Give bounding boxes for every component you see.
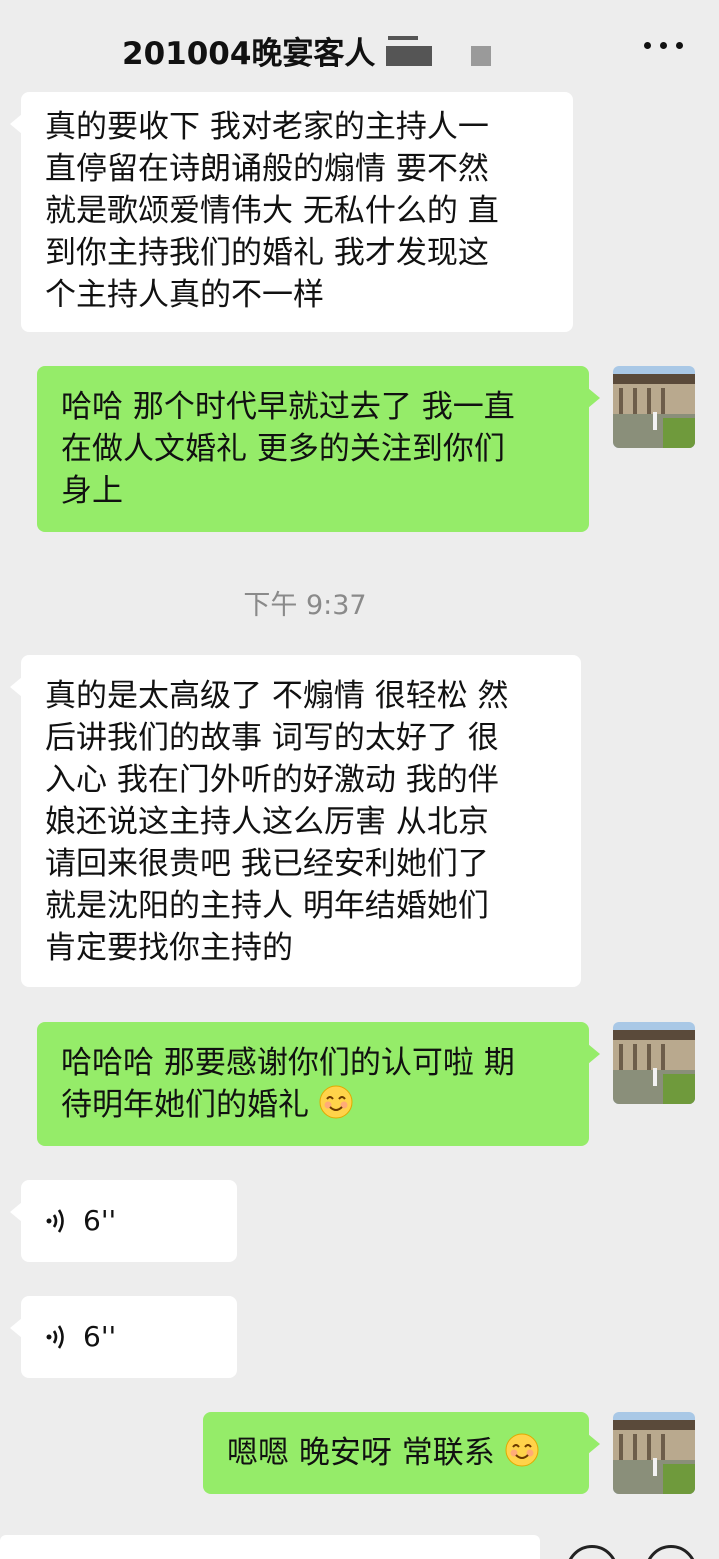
- voice-wave-icon: [46, 1209, 64, 1233]
- incoming-message[interactable]: 真的要收下 我对老家的主持人一 直停留在诗朗诵般的煽情 要不然 就是歌颂爱情伟大…: [10, 92, 573, 332]
- outgoing-message[interactable]: 嗯嗯 晚安呀 常联系: [203, 1412, 600, 1494]
- redaction-mark: [386, 46, 432, 66]
- avatar[interactable]: [613, 1022, 695, 1104]
- more-actions-button[interactable]: [645, 1545, 697, 1559]
- voice-duration: 6'': [83, 1204, 117, 1237]
- voice-wave-icon: [46, 1325, 64, 1349]
- message-timestamp: 下午 9:37: [243, 590, 367, 621]
- message-text: 哈哈 那个时代早就过去了 我一直 在做人文婚礼 更多的关注到你们 身上: [61, 389, 515, 509]
- incoming-message[interactable]: 真的是太高级了 不煽情 很轻松 然 后讲我们的故事 词写的太好了 很 入心 我在…: [10, 655, 581, 987]
- message-text: 嗯嗯 晚安呀 常联系: [227, 1435, 495, 1471]
- message-input[interactable]: [0, 1535, 540, 1559]
- more-options-icon[interactable]: [644, 38, 684, 54]
- voice-message[interactable]: 6'': [10, 1296, 237, 1378]
- outgoing-message[interactable]: 哈哈 那个时代早就过去了 我一直 在做人文婚礼 更多的关注到你们 身上: [37, 366, 600, 532]
- message-text: 真的是太高级了 不煽情 很轻松 然 后讲我们的故事 词写的太好了 很 入心 我在…: [45, 678, 509, 966]
- message-text: 哈哈哈 那要感谢你们的认可啦 期: [61, 1045, 515, 1081]
- voice-duration: 6'': [83, 1320, 117, 1353]
- smiling-face-emoji-icon: [319, 1085, 353, 1130]
- smiling-face-emoji-icon: [505, 1433, 539, 1478]
- avatar[interactable]: [613, 1412, 695, 1494]
- voice-message[interactable]: 6'': [10, 1180, 237, 1262]
- redaction-mark: [471, 46, 491, 66]
- redaction-mark: [388, 36, 418, 40]
- emoji-button[interactable]: [566, 1545, 618, 1559]
- chat-header: 201004晚宴客人: [0, 0, 719, 90]
- message-text: 待明年她们的婚礼: [61, 1087, 319, 1123]
- message-text: 真的要收下 我对老家的主持人一 直停留在诗朗诵般的煽情 要不然 就是歌颂爱情伟大…: [45, 109, 499, 313]
- chat-title: 201004晚宴客人: [122, 36, 376, 72]
- avatar[interactable]: [613, 366, 695, 448]
- outgoing-message[interactable]: 哈哈哈 那要感谢你们的认可啦 期 待明年她们的婚礼: [37, 1022, 600, 1146]
